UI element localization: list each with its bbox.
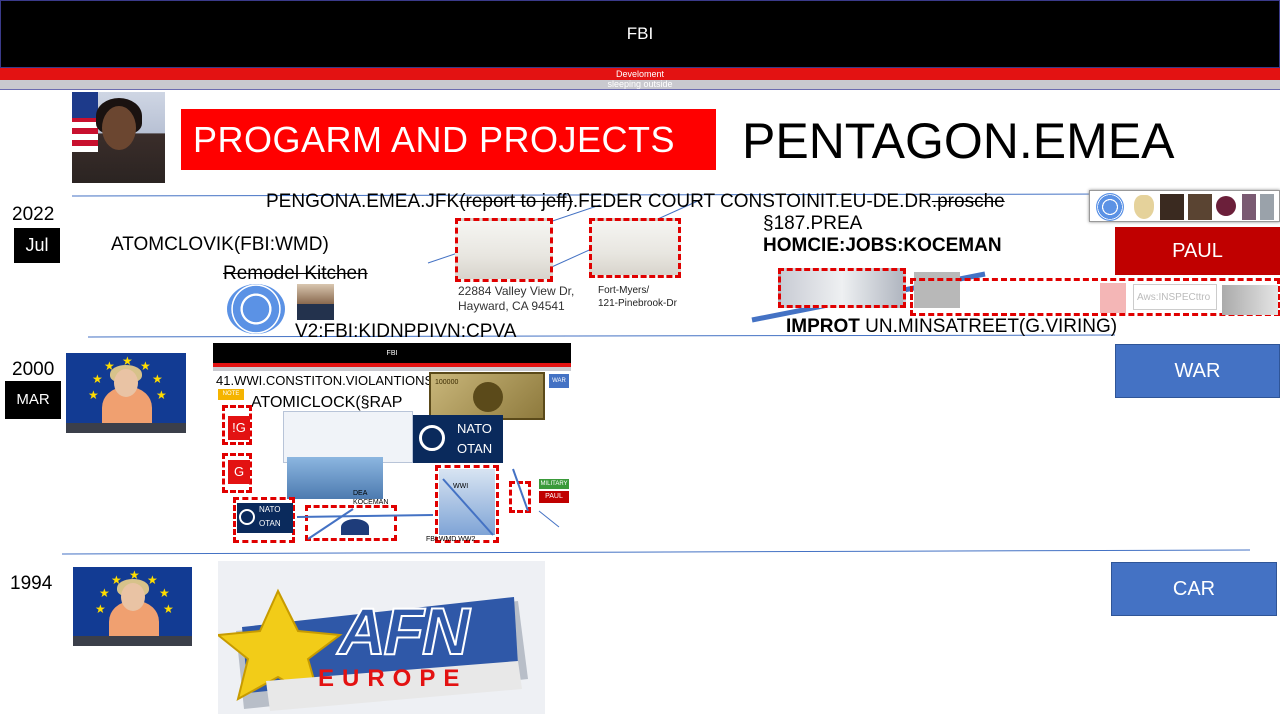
icon-strip — [1089, 190, 1280, 222]
pengona-label: PENGONA.EMEA.JFK(report to jeff).FEDER C… — [266, 191, 1005, 212]
car-button[interactable]: CAR — [1111, 562, 1277, 616]
red-tab-icon — [1100, 283, 1126, 313]
person-thumbnail — [297, 284, 334, 320]
remodel-kitchen-label: Remodel Kitchen — [223, 263, 368, 284]
un-logo-icon — [1096, 193, 1124, 221]
address-2: Fort-Myers/121-Pinebrook-Dr — [598, 285, 677, 309]
afn-letters: AFN — [337, 593, 471, 669]
book-icon — [1242, 194, 1256, 220]
house-photo-1 — [455, 218, 553, 282]
seal-icon — [1216, 196, 1236, 216]
improt-label: IMPROT UN.MINSATREET(G.VIRING) — [786, 316, 1118, 337]
paul-button[interactable]: PAUL — [1115, 227, 1280, 275]
badge-icon — [1134, 195, 1154, 219]
eu-speaker-photo-2: ★ ★ ★ ★ ★ ★ ★ — [73, 567, 192, 646]
mini-lines — [296, 468, 560, 540]
house-photo-2 — [589, 218, 681, 278]
address-1: 22884 Valley View Dr, Hayward, CA 94541 — [458, 284, 575, 313]
month-mar: MAR — [5, 381, 61, 419]
prea-label: §187.PREA — [763, 213, 863, 234]
aws-field: Aws:INSPECttro — [1133, 284, 1217, 310]
atomclovik-label: ATOMCLOVIK(FBI:WMD) — [111, 234, 329, 255]
person-icon-2 — [1188, 194, 1212, 220]
un-logo-icon — [227, 284, 285, 334]
war-button[interactable]: WAR — [1115, 344, 1280, 398]
year-2022: 2022 — [12, 204, 55, 225]
month-jul: Jul — [14, 228, 60, 263]
year-1994: 1994 — [10, 573, 53, 594]
eu-speaker-photo: ★ ★ ★ ★ ★ ★ ★ — [66, 353, 186, 433]
afn-europe-logo: AFN EUROPE — [218, 561, 545, 714]
document-icon — [1260, 194, 1274, 220]
v2-kidnapping-label: V2:FBI:KIDNPPIVN:CPVA — [295, 321, 517, 342]
embedded-slide: FBI 41.WWI.CONSTITON.VIOLANTIONS NOTE AT… — [213, 343, 571, 543]
homcie-label: HOMCIE:JOBS:KOCEMAN — [763, 235, 1002, 256]
room-photo-dashed — [778, 268, 906, 308]
timeline-lines — [61, 193, 1251, 555]
year-2000: 2000 — [12, 359, 55, 380]
room-photo-right — [1222, 285, 1278, 315]
afn-europe-text: EUROPE — [318, 665, 468, 692]
person-icon — [1160, 194, 1184, 220]
